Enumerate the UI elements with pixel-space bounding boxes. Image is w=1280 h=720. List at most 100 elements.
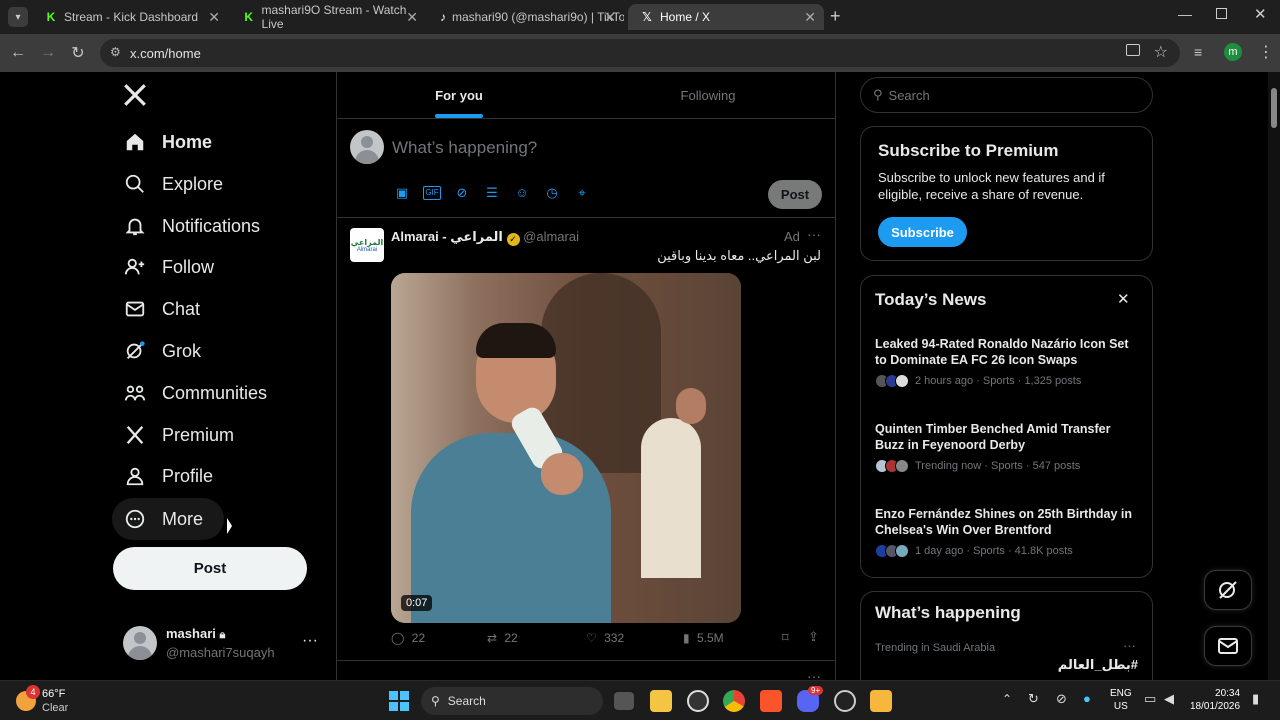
nav-follow[interactable]: Follow [112,246,226,288]
back-button[interactable]: ← [8,43,28,63]
url-field[interactable]: ⚙ x.com/home ☆ [100,39,1180,67]
notification-bell-icon[interactable]: ▮ [1252,691,1259,707]
news-item[interactable]: Enzo Fernández Shines on 25th Birthday i… [875,506,1141,558]
tab-label: mashari90 (@mashari9o) | TikTo [452,10,624,24]
tab-following[interactable]: Following [581,72,835,118]
clock[interactable]: 20:34 18/01/2026 [1190,687,1240,713]
nav-notifications[interactable]: Notifications [112,205,272,247]
file-explorer-icon[interactable] [650,690,672,712]
tab-for-you[interactable]: For you [337,72,581,118]
weather-widget[interactable]: 4 66°F Clear [14,685,124,717]
steam-icon[interactable] [834,690,856,712]
browser-tab[interactable]: K Stream - Kick Dashboard ✕ [32,4,228,30]
tweet-more-icon[interactable]: ··· [807,226,821,242]
tweet-avatar[interactable]: المراعي Almarai [350,228,384,262]
windows-taskbar: 4 66°F Clear ⚲ Search 9+ ⌃ ↻ ⊘ ● ENG US … [0,680,1280,720]
grok-float-button[interactable] [1204,570,1252,610]
views-button[interactable]: ▮ 5.5M [683,631,724,645]
repost-button[interactable]: ⇄ 22 [487,631,518,645]
x-logo-icon[interactable] [122,82,148,108]
nav-premium[interactable]: Premium [112,414,246,456]
news-item[interactable]: Leaked 94-Rated Ronaldo Nazário Icon Set… [875,336,1141,388]
start-button[interactable] [389,691,409,711]
messages-float-button[interactable] [1204,626,1252,666]
trend-name[interactable]: #بطل_العالم [1058,657,1138,673]
close-icon[interactable]: ✕ [604,9,616,26]
new-tab-button[interactable]: + [830,6,848,26]
composer-avatar[interactable] [350,130,384,164]
subscribe-button[interactable]: Subscribe [878,217,967,247]
communities-icon [124,385,146,401]
language-indicator[interactable]: ENG US [1110,687,1132,713]
close-icon[interactable]: ✕ [1117,290,1130,308]
lang-bottom: US [1113,701,1128,712]
app-icon[interactable] [870,690,892,712]
nav-home[interactable]: Home [112,121,224,163]
gif-icon[interactable]: GIF [423,186,441,200]
forward-button[interactable]: → [38,43,58,63]
poll-icon[interactable]: ☰ [483,185,501,201]
tweet-handle[interactable]: @almarai [523,229,579,244]
more-dots-icon[interactable]: ··· [302,632,318,650]
profile-avatar[interactable]: m [1224,43,1242,61]
close-icon[interactable]: ✕ [804,9,816,26]
reload-button[interactable]: ↻ [68,43,88,63]
install-app-icon[interactable] [1126,44,1140,56]
nav-explore[interactable]: Explore [112,163,235,205]
tweet-author[interactable]: Almarai - المراعي [391,229,503,244]
tab-search-dropdown[interactable]: ▾ [8,7,28,27]
tweet[interactable]: المراعي Almarai Almarai - المراعي ✓ @alm… [337,218,835,660]
obs-icon[interactable] [687,690,709,712]
close-icon[interactable]: ✕ [406,9,418,26]
search-input[interactable]: ⚲ Search [860,77,1153,113]
composer-input[interactable]: What’s happening? [392,138,537,158]
reply-button[interactable]: ◯ 22 [391,631,425,645]
close-window-button[interactable]: ✕ [1254,5,1267,23]
post-button[interactable]: Post [113,547,307,590]
scrollbar-thumb[interactable] [1271,88,1277,128]
browser-tab-active[interactable]: 𝕏 Home / X ✕ [628,4,824,30]
maximize-button[interactable] [1216,8,1227,19]
share-icon[interactable]: ⇪ [808,629,819,645]
taskbar-search[interactable]: ⚲ Search [421,687,603,715]
scrollbar[interactable] [1268,72,1280,680]
tray-mic-icon[interactable]: ● [1083,691,1091,706]
tray-display-icon[interactable]: ▭ [1144,691,1156,707]
location-icon[interactable]: ⌖ [573,185,591,201]
composer-post-button[interactable]: Post [768,180,822,209]
browser-tab[interactable]: ♪ mashari90 (@mashari9o) | TikTo ✕ [428,4,624,30]
site-info-icon[interactable]: ⚙ [110,45,121,59]
news-headline: Quinten Timber Benched Amid Transfer Buz… [875,422,1111,452]
nav-chat[interactable]: Chat [112,288,212,330]
emoji-icon[interactable]: ☺ [513,185,531,201]
account-switcher[interactable]: mashari 🔒︎ @mashari7suqayh ··· [112,620,328,668]
nav-communities[interactable]: Communities [112,372,279,414]
tweet-text: لبن المراعي.. معاه بدينا وباقين [657,248,821,263]
task-view-icon[interactable] [614,692,634,710]
tray-sync-icon[interactable]: ↻ [1028,691,1039,707]
tray-network-icon[interactable]: ⊘ [1056,691,1067,707]
chrome-icon[interactable] [723,690,745,712]
grok-icon[interactable]: ⊘ [453,185,471,201]
brave-icon[interactable] [760,690,782,712]
browser-menu-icon[interactable]: ⋮ [1258,42,1274,62]
bookmark-icon[interactable]: ⌑ [782,630,789,646]
schedule-icon[interactable]: ◷ [543,185,561,201]
heart-icon: ♡ [586,631,597,645]
browser-tab[interactable]: K mashari9O Stream - Watch Live ✕ [230,3,426,31]
news-headline: Enzo Fernández Shines on 25th Birthday i… [875,507,1132,537]
tweet-video[interactable]: 0:07 [391,273,741,623]
trend-more-icon[interactable]: ··· [1123,638,1136,653]
tray-chevron-icon[interactable]: ⌃ [1002,692,1012,706]
nav-profile[interactable]: Profile [112,455,225,497]
media-control-icon[interactable]: ≡ [1194,44,1202,60]
news-item[interactable]: Quinten Timber Benched Amid Transfer Buz… [875,421,1141,473]
minimize-button[interactable]: — [1178,6,1192,22]
like-button[interactable]: ♡ 332 [586,631,624,645]
image-icon[interactable]: ▣ [393,185,411,201]
bookmark-star-icon[interactable]: ☆ [1154,42,1168,62]
tray-volume-icon[interactable]: ◀ [1164,691,1174,707]
nav-more[interactable]: More [112,498,224,540]
close-icon[interactable]: ✕ [208,9,220,26]
nav-grok[interactable]: Grok [112,330,213,372]
